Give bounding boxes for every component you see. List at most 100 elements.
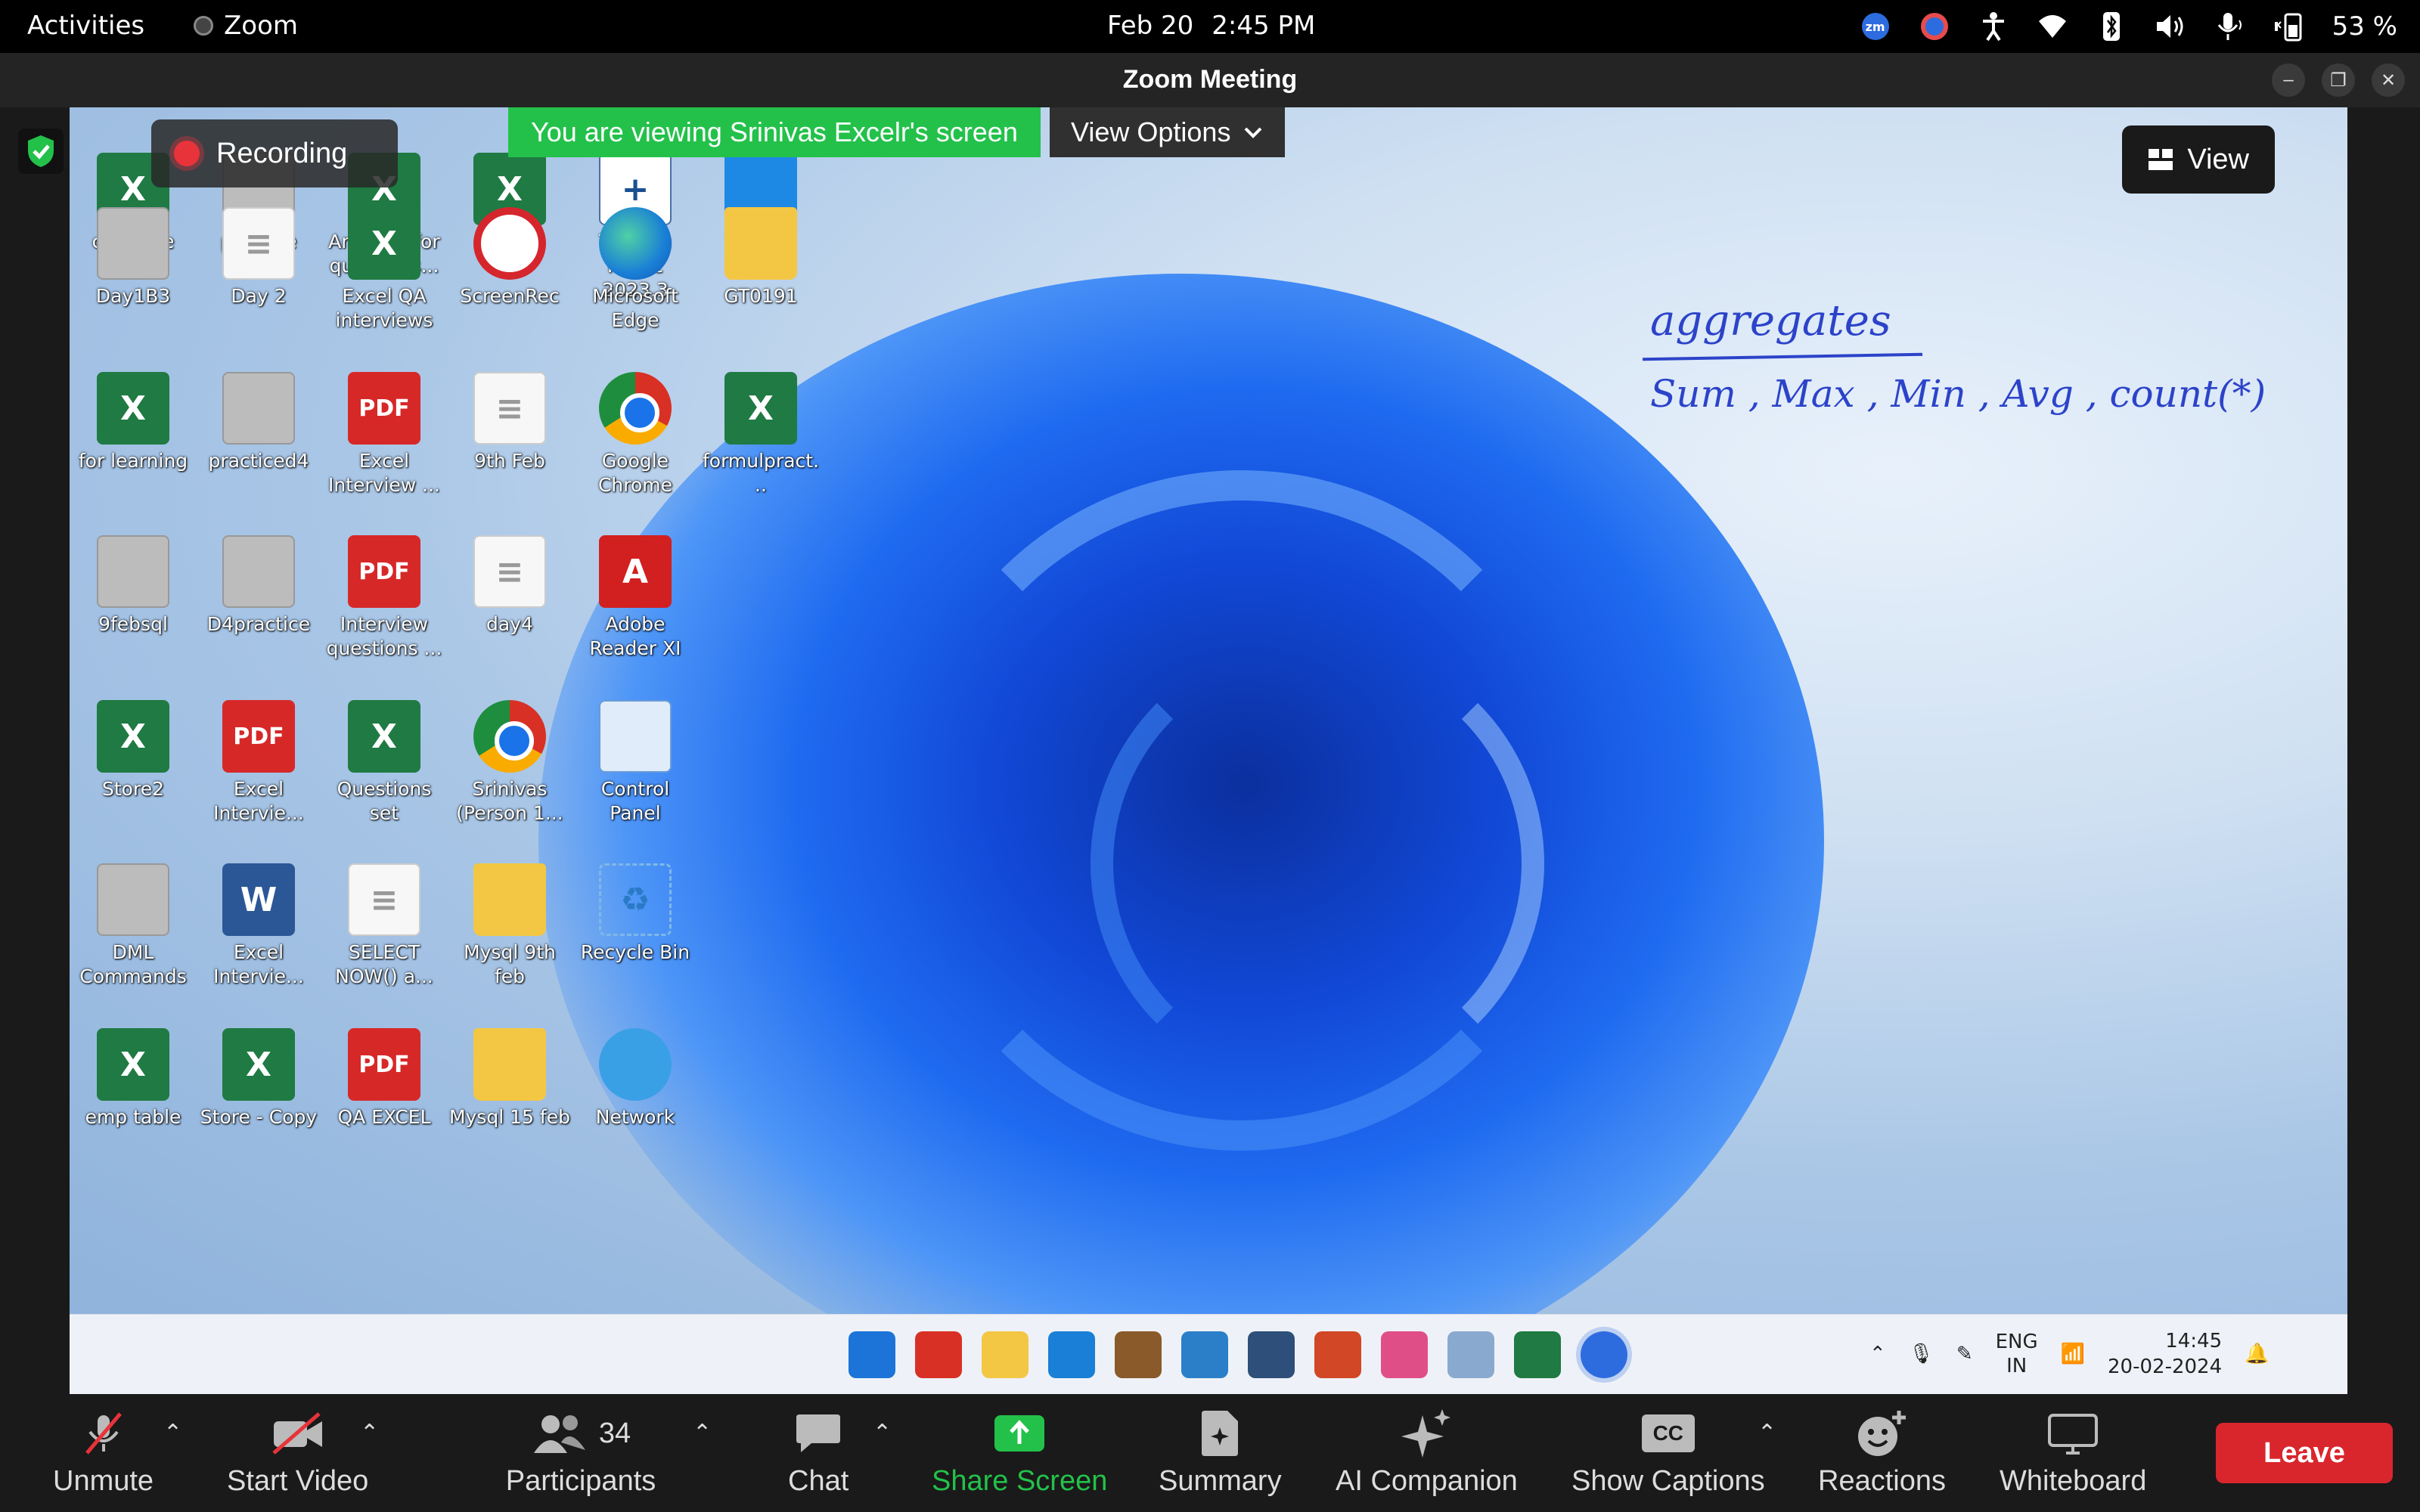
desktop-icon[interactable]: ≡ Day 2 [198, 207, 319, 308]
desktop-icon[interactable]: Mysql 9th feb [449, 863, 570, 989]
screen-record-tray-icon[interactable] [1919, 11, 1950, 42]
desktop-icon[interactable]: 9febsql [73, 535, 194, 637]
language-indicator[interactable]: ENG IN [1996, 1330, 2038, 1378]
annotation-underline [1642, 352, 1923, 361]
windows-clock[interactable]: 14:45 20-02-2024 [2108, 1328, 2222, 1380]
accessibility-icon[interactable] [1978, 11, 2009, 42]
chat-button[interactable]: Chat [788, 1409, 849, 1498]
xl-file-icon: X [97, 372, 169, 445]
security-shield-icon[interactable] [18, 129, 64, 174]
video-options-chevron-icon[interactable]: ⌃ [360, 1420, 379, 1446]
desktop-icon[interactable]: Xemp table [73, 1028, 194, 1129]
windows-taskbar: ⌃ 🎙 ✎ ENG IN 📶 14:45 20-02-2024 🔔 [70, 1314, 2347, 1394]
window-title-bar[interactable]: Zoom Meeting – ❐ ✕ [0, 53, 2420, 107]
desktop-icon[interactable]: Mysql 15 feb [449, 1028, 570, 1129]
desktop-icon[interactable]: DML Commands [73, 863, 194, 989]
desktop-icon[interactable]: Xfor learning [73, 372, 194, 473]
summary-button[interactable]: Summary [1159, 1409, 1282, 1498]
show-captions-button[interactable]: CC Show Captions [1571, 1409, 1765, 1498]
chrome-profile-taskbar-icon[interactable] [915, 1331, 962, 1378]
bluetooth-icon[interactable] [2096, 11, 2127, 42]
unmute-button[interactable]: Unmute [53, 1409, 154, 1498]
microphone-icon[interactable] [2214, 11, 2245, 42]
desktop-icon[interactable]: PDF QA EXCEL [324, 1028, 445, 1129]
snipping-tool-taskbar-icon[interactable] [1381, 1331, 1428, 1378]
start-video-label: Start Video [227, 1465, 369, 1497]
desktop-icon[interactable]: PDF Interview questions ... [324, 535, 445, 661]
chrome-profile-2-taskbar-icon[interactable] [1115, 1331, 1162, 1378]
xl-file-icon: X [97, 1028, 169, 1101]
desktop-icon[interactable]: PDF Excel Intervie... [198, 700, 319, 826]
participants-label: Participants [505, 1465, 656, 1497]
view-options-button[interactable]: View Options [1050, 107, 1286, 157]
battery-icon[interactable] [2273, 11, 2304, 42]
desktop-icon[interactable]: X Store2 [73, 700, 194, 801]
notification-bell-icon[interactable]: 🔔 [2245, 1343, 2269, 1365]
app-menu[interactable]: Zoom [194, 11, 298, 41]
ai-companion-button[interactable]: AI Companion [1336, 1409, 1518, 1498]
share-screen-label: Share Screen [932, 1465, 1108, 1497]
desktop-icon[interactable]: Srinivas (Person 1... [449, 700, 570, 826]
zoom-taskbar-icon[interactable] [1581, 1331, 1627, 1378]
file-explorer-taskbar-icon[interactable] [982, 1331, 1028, 1378]
activities-button[interactable]: Activities [27, 11, 144, 41]
volume-icon[interactable] [2155, 11, 2186, 42]
chat-label: Chat [788, 1465, 849, 1497]
desktop-icon[interactable]: Control Panel [575, 700, 696, 826]
network-tray-icon[interactable]: 📶 [2061, 1343, 2085, 1365]
chrome-file-icon [599, 372, 672, 445]
start-video-button[interactable]: Start Video [227, 1409, 368, 1498]
system-tray[interactable]: zm 53 % [1860, 8, 2397, 45]
desktop-icon[interactable]: X Excel QA interviews [324, 207, 445, 333]
excel-taskbar-icon[interactable] [1514, 1331, 1561, 1378]
participants-button[interactable]: 34 Participants [505, 1409, 656, 1498]
clock[interactable]: Feb 20 2:45 PM [1107, 11, 1315, 41]
zoom-tray-icon[interactable]: zm [1860, 11, 1891, 42]
shared-screen[interactable]: aggregates Sum , Max , Min , Avg , count… [70, 107, 2347, 1314]
edge-taskbar-icon[interactable] [1048, 1331, 1095, 1378]
participants-options-chevron-icon[interactable]: ⌃ [693, 1420, 712, 1446]
desktop-icon[interactable]: W Excel Intervie... [198, 863, 319, 989]
desktop-icon[interactable]: X Store - Copy [198, 1028, 319, 1129]
desktop-icon[interactable]: Google Chrome [575, 372, 696, 497]
cpanel-file-icon [599, 700, 672, 773]
leave-button[interactable]: Leave [2216, 1423, 2393, 1483]
desktop-icon[interactable]: GT0191 [700, 207, 821, 308]
desktop-icon[interactable]: ≡ SELECT NOW() a... [324, 863, 445, 989]
mysql-workbench-taskbar-icon[interactable] [1248, 1331, 1295, 1378]
desktop-icon[interactable]: X Questions set [324, 700, 445, 826]
tableau-taskbar-icon[interactable] [1447, 1331, 1494, 1378]
desktop-icon[interactable]: Xformulpract... [700, 372, 821, 497]
recording-indicator[interactable]: Recording [151, 119, 398, 187]
share-screen-button[interactable]: Share Screen [932, 1409, 1107, 1498]
desktop-icon[interactable]: PDF Excel Interview ... [324, 372, 445, 497]
desktop-icon[interactable]: ♻ Recycle Bin [575, 863, 696, 965]
desktop-icon[interactable]: Microsoft Edge [575, 207, 696, 333]
desktop-icon[interactable]: practiced4 [198, 372, 319, 473]
show-hidden-icons-icon[interactable]: ⌃ [1869, 1343, 1886, 1365]
desktop-icon[interactable]: A Adobe Reader XI [575, 535, 696, 661]
desktop-icon[interactable]: D4practice [198, 535, 319, 637]
desktop-icon[interactable]: ≡ day4 [449, 535, 570, 637]
close-button[interactable]: ✕ [2372, 64, 2405, 97]
desktop-icon[interactable]: Network [575, 1028, 696, 1129]
view-button[interactable]: View [2122, 125, 2275, 194]
chat-options-chevron-icon[interactable]: ⌃ [873, 1420, 892, 1446]
powerpoint-taskbar-icon[interactable] [1314, 1331, 1361, 1378]
desktop-icon[interactable]: ScreenRec [449, 207, 570, 308]
pen-tray-icon[interactable]: ✎ [1956, 1343, 1973, 1365]
audio-options-chevron-icon[interactable]: ⌃ [163, 1420, 182, 1446]
desktop-icon[interactable]: Day1B3 [73, 207, 194, 308]
reactions-button[interactable]: Reactions [1818, 1409, 1946, 1498]
captions-options-chevron-icon[interactable]: ⌃ [1758, 1420, 1776, 1446]
mic-tray-icon[interactable]: 🎙 [1909, 1343, 1934, 1365]
notepad-taskbar-icon[interactable] [1181, 1331, 1228, 1378]
desktop-icon-label: Excel Intervie... [213, 778, 304, 824]
wifi-icon[interactable] [2037, 11, 2068, 42]
whiteboard-button[interactable]: Whiteboard [2000, 1409, 2146, 1498]
desktop-icon[interactable]: ≡ 9th Feb [449, 372, 570, 473]
folder-file-icon [724, 207, 797, 280]
restore-button[interactable]: ❐ [2322, 64, 2355, 97]
start-taskbar-icon[interactable] [849, 1331, 895, 1378]
minimize-button[interactable]: – [2272, 64, 2305, 97]
